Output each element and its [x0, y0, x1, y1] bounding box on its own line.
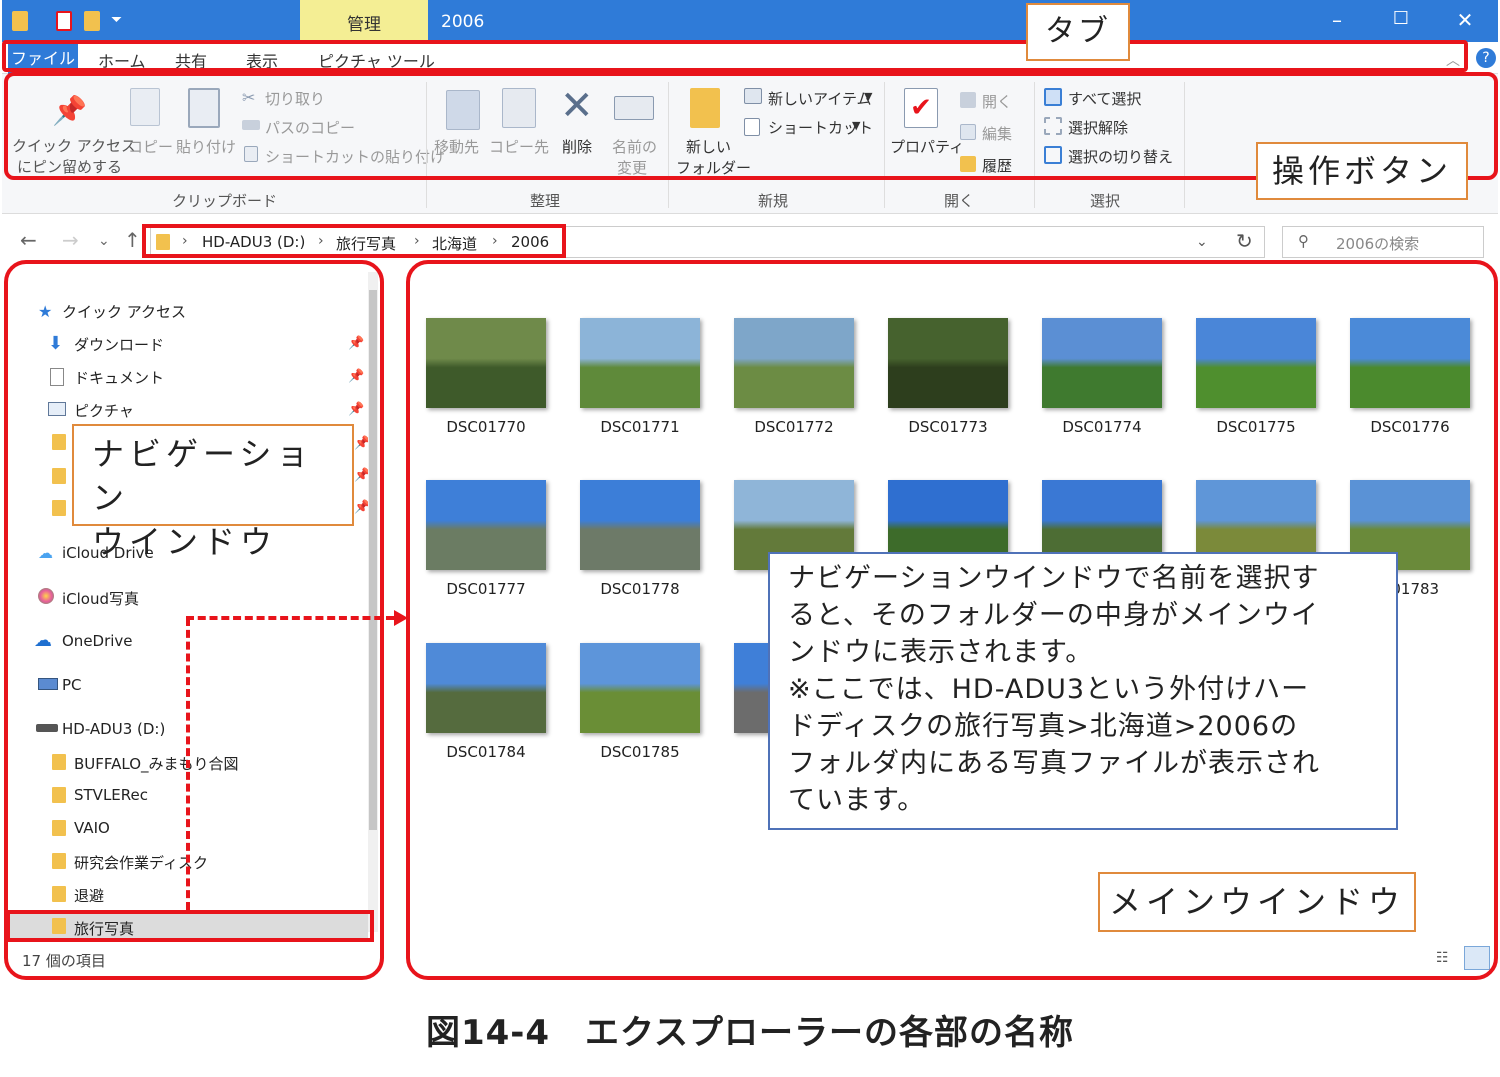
search-icon: ⚲ — [1298, 232, 1309, 250]
callout-nav-line1: ナビゲーション — [92, 435, 314, 517]
up-icon[interactable]: ↑ — [124, 228, 141, 252]
info-callout-line: ると、そのフォルダーの中身がメインウイ — [788, 600, 1319, 631]
group-clipboard: クリップボード — [172, 192, 278, 210]
callout-main: メインウインドウ — [1098, 872, 1416, 932]
callout-nav-line2: ウインドウ — [92, 523, 278, 561]
folder-icon — [12, 11, 28, 31]
callout-buttons: 操作ボタン — [1256, 142, 1468, 200]
figure-caption: 図14-4 エクスプローラーの各部の名称 — [425, 1013, 1075, 1053]
new-folder-icon[interactable] — [84, 11, 100, 31]
manage-context-tab[interactable]: 管理 — [300, 0, 428, 42]
info-callout-line: ドディスクの旅行写真>北海道>2006の — [788, 711, 1299, 742]
nav-pane-highlight-frame — [4, 260, 384, 980]
info-callout: ナビゲーションウインドウで名前を選択す ると、そのフォルダーの中身がメインウイ ンド… — [768, 552, 1398, 830]
minimize-icon[interactable]: – — [1322, 8, 1352, 32]
arrow-horizontal — [186, 616, 394, 620]
tab-highlight-frame — [2, 40, 1468, 72]
close-icon[interactable]: ✕ — [1450, 8, 1480, 32]
help-icon[interactable]: ? — [1476, 48, 1496, 68]
maximize-icon[interactable]: ☐ — [1386, 8, 1416, 29]
recent-locations-icon[interactable]: ⌄ — [98, 233, 110, 249]
info-callout-line: ンドウに表示されます。 — [788, 637, 1094, 668]
callout-tab: タブ — [1026, 3, 1130, 61]
group-select: 選択 — [1090, 192, 1121, 210]
group-open: 開く — [944, 192, 975, 210]
refresh-icon[interactable]: ↻ — [1236, 229, 1253, 253]
address-dropdown-icon[interactable]: ⌄ — [1196, 234, 1208, 250]
selected-folder-highlight-frame — [6, 910, 374, 942]
info-callout-line: フォルダ内にある写真ファイルが表示され — [788, 748, 1320, 779]
window-title: 2006 — [441, 12, 485, 32]
callout-nav: ナビゲーション ウインドウ — [72, 424, 354, 561]
info-callout-line: ています。 — [788, 785, 926, 816]
back-icon[interactable]: ← — [20, 228, 37, 252]
properties-icon[interactable] — [56, 11, 72, 31]
arrow-head-icon — [394, 610, 408, 626]
forward-icon[interactable]: → — [62, 228, 79, 252]
arrow-vertical — [186, 618, 190, 910]
group-new: 新規 — [758, 192, 789, 210]
info-callout-line: ナビゲーションウインドウで名前を選択す — [788, 563, 1320, 594]
search-placeholder: 2006の検索 — [1336, 235, 1420, 253]
title-bar — [2, 0, 1498, 42]
address-highlight-frame — [142, 224, 566, 258]
group-organize: 整理 — [530, 192, 561, 210]
info-callout-line: ※ここでは、HD-ADU3という外付けハー — [788, 674, 1310, 705]
customize-dropdown-icon[interactable]: ⏷ — [111, 12, 122, 28]
